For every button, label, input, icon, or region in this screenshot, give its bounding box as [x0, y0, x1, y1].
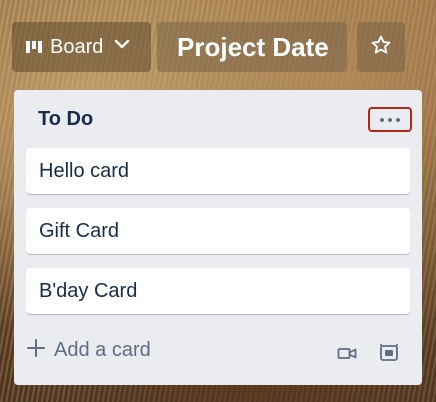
- board-title[interactable]: Project Date: [157, 22, 347, 72]
- board-switcher-button[interactable]: Board: [12, 22, 151, 72]
- add-card-button[interactable]: Add a card: [26, 338, 151, 363]
- board-icon: [26, 41, 42, 53]
- plus-icon: [26, 338, 46, 363]
- list-title[interactable]: To Do: [38, 108, 93, 131]
- card-bday-card[interactable]: B'day Card: [26, 268, 410, 314]
- template-icon[interactable]: [378, 343, 400, 363]
- video-icon[interactable]: [336, 343, 358, 363]
- star-icon: [370, 34, 392, 61]
- card-title: B'day Card: [39, 279, 138, 302]
- card-title: Hello card: [39, 159, 130, 182]
- more-icon: [378, 117, 402, 122]
- list-menu-button[interactable]: [368, 107, 412, 132]
- card-title: Gift Card: [39, 219, 120, 242]
- card-hello-card[interactable]: Hello card: [26, 148, 410, 194]
- board-switcher-label: Board: [50, 35, 104, 58]
- star-board-button[interactable]: [357, 22, 405, 72]
- board-title-text: Project Date: [177, 31, 329, 62]
- list-to-do: To Do Hello card Gift Card B'day Card Ad…: [14, 90, 422, 385]
- card-gift-card[interactable]: Gift Card: [26, 208, 410, 254]
- chevron-down-icon: [113, 35, 131, 59]
- add-card-label: Add a card: [54, 339, 151, 361]
